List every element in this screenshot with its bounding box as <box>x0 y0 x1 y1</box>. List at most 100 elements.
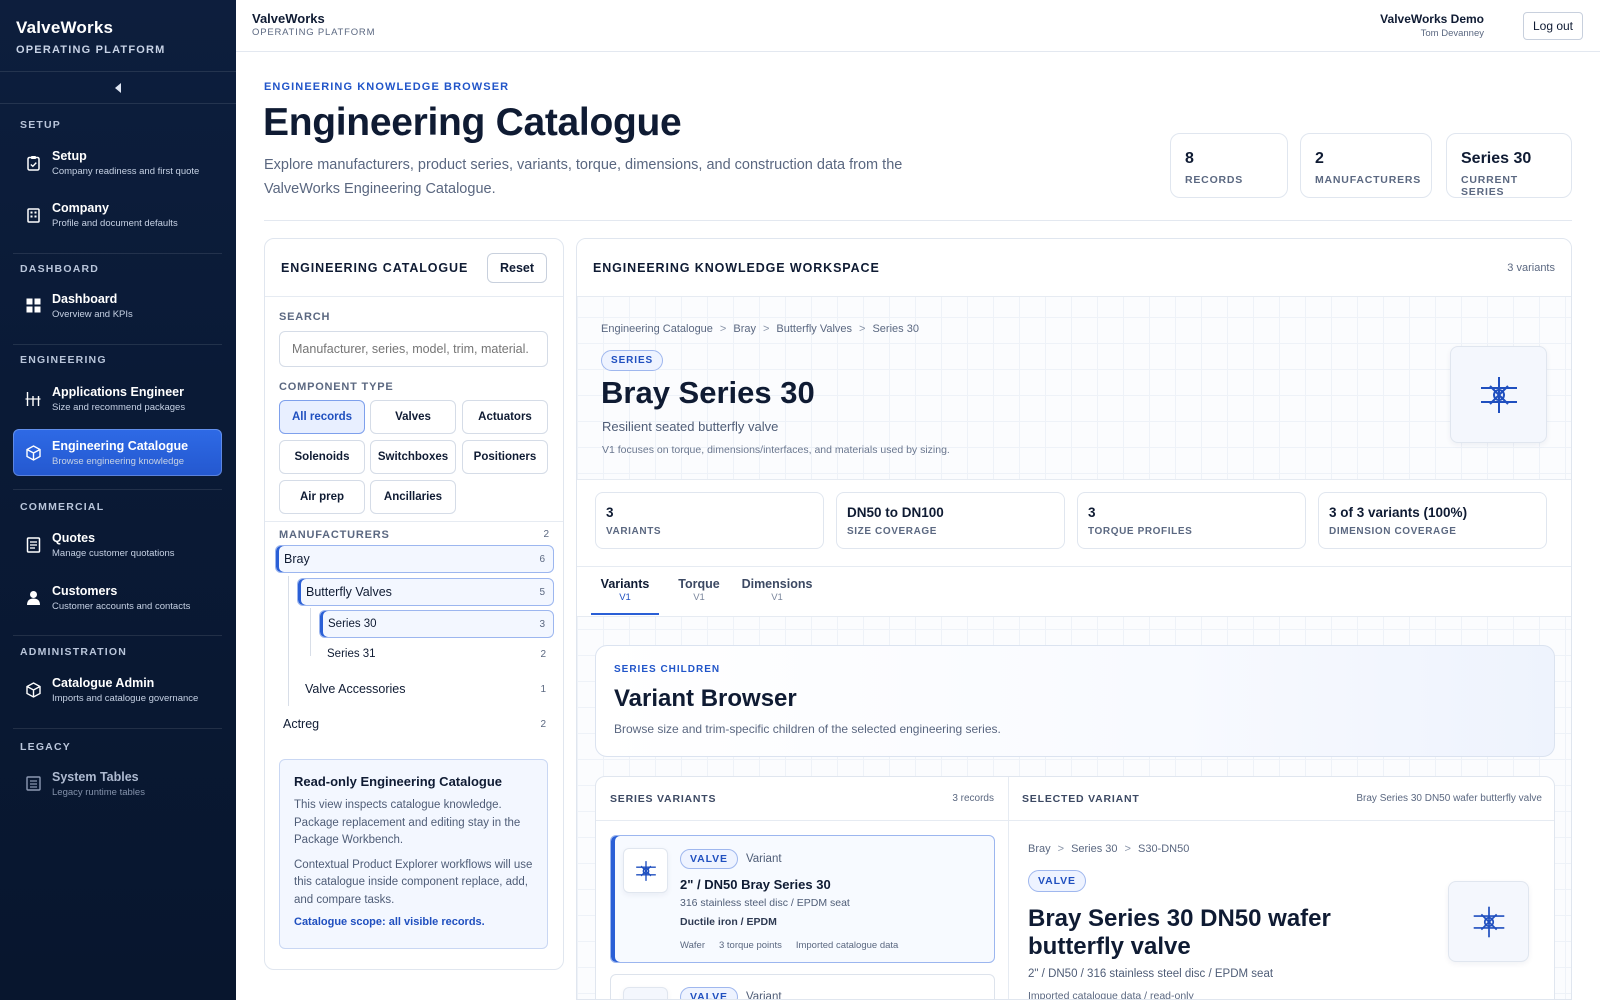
sidebar-item-system-tables[interactable]: System Tables Legacy runtime tables <box>13 760 222 807</box>
knowledge-workspace: ENGINEERING KNOWLEDGE WORKSPACE 3 varian… <box>576 238 1572 1000</box>
tab-label: Dimensions <box>741 577 813 591</box>
variant-meta-item: 3 torque points <box>718 940 782 951</box>
tree-item-bray[interactable]: Bray 6 <box>275 545 554 573</box>
series-variants-count: 3 records <box>952 793 994 804</box>
tab-version: V1 <box>693 592 705 603</box>
metric-dimension-coverage: 3 of 3 variants (100%) DIMENSION COVERAG… <box>1318 492 1547 549</box>
series-badge: SERIES <box>601 350 664 371</box>
filter-chip-switchboxes[interactable]: Switchboxes <box>370 440 456 474</box>
tree-item-label: Series 30 <box>328 618 377 630</box>
tree-guide <box>288 576 289 706</box>
butterfly-valve-icon <box>623 987 668 999</box>
sidebar-item-label: Applications Engineer <box>52 384 184 399</box>
metric-label: TORQUE PROFILES <box>1088 526 1193 537</box>
variant-card[interactable]: VALVE Variant 2" / DN50 Bray Series 30 3… <box>610 835 995 963</box>
sidebar-item-sub: Company readiness and first quote <box>52 165 200 177</box>
section-legacy: LEGACY <box>20 741 71 753</box>
filter-chip-air-prep[interactable]: Air prep <box>279 480 365 514</box>
sidebar-item-dashboard[interactable]: Dashboard Overview and KPIs <box>13 282 222 329</box>
tree-item-valve-accessories[interactable]: Valve Accessories 1 <box>297 675 554 703</box>
tab-variants[interactable]: Variants V1 <box>591 577 659 603</box>
tree-item-count: 5 <box>539 586 545 598</box>
breadcrumb-separator: > <box>859 323 866 335</box>
tab-version: V1 <box>619 592 631 603</box>
cube-icon <box>25 681 41 698</box>
variant-title: 2" / DN50 Bray Series 30 <box>680 877 831 892</box>
breadcrumb-item[interactable]: Bray <box>1028 843 1051 855</box>
section-setup: SETUP <box>20 119 62 131</box>
tree-item-label: Actreg <box>283 717 320 731</box>
sidebar-item-label: System Tables <box>52 769 139 784</box>
series-metrics: 3 VARIANTS DN50 to DN100 SIZE COVERAGE 3… <box>577 479 1571 567</box>
sidebar-item-label: Setup <box>52 148 87 163</box>
sidebar-brand-name: ValveWorks <box>16 18 114 37</box>
tree-guide <box>310 608 311 656</box>
tab-label: Variants <box>600 577 650 591</box>
sidebar-collapse-button[interactable] <box>0 72 236 104</box>
sidebar-item-applications-engineer[interactable]: Applications Engineer Size and recommend … <box>13 375 222 422</box>
variant-type-tag: VALVE <box>680 849 738 869</box>
tree-item-count: 6 <box>539 553 545 565</box>
selected-variant-title: SELECTED VARIANT <box>1022 792 1140 805</box>
stat-value: 8 <box>1185 150 1194 167</box>
breadcrumb-item[interactable]: Series 30 <box>1071 843 1117 855</box>
workspace-variant-count: 3 variants <box>1507 261 1555 274</box>
metric-label: DIMENSION COVERAGE <box>1329 526 1457 537</box>
tree-item-butterfly-valves[interactable]: Butterfly Valves 5 <box>297 578 554 606</box>
sidebar-item-catalogue-admin[interactable]: Catalogue Admin Imports and catalogue gov… <box>13 666 222 713</box>
search-input[interactable] <box>279 331 548 367</box>
butterfly-valve-icon <box>1450 346 1547 443</box>
filter-chip-ancillaries[interactable]: Ancillaries <box>370 480 456 514</box>
section-dashboard: DASHBOARD <box>20 263 100 275</box>
sidebar-item-customers[interactable]: Customers Customer accounts and contacts <box>13 574 222 621</box>
breadcrumb-separator: > <box>1057 843 1065 855</box>
catalogue-panel: ENGINEERING CATALOGUE Reset SEARCH COMPO… <box>264 238 564 970</box>
sidebar-item-company[interactable]: Company Profile and document defaults <box>13 191 222 238</box>
sidebar-divider <box>13 635 222 636</box>
variant-kind: Variant <box>745 991 782 1000</box>
filter-chip-all-records[interactable]: All records <box>279 400 365 434</box>
tree-item-count: 2 <box>540 648 546 660</box>
chevron-left-icon <box>115 82 121 93</box>
manufacturers-label: MANUFACTURERS <box>279 529 390 541</box>
variant-card-body: VALVE Variant 2" / DN50 Bray Series 30 3… <box>680 849 980 951</box>
breadcrumb-item[interactable]: Engineering Catalogue <box>601 323 713 335</box>
section-administration: ADMINISTRATION <box>20 646 128 658</box>
breadcrumb-item[interactable]: Bray <box>733 323 756 335</box>
selected-variant-spec: 2" / DN50 / 316 stainless steel disc / E… <box>1028 968 1274 980</box>
reset-button[interactable]: Reset <box>487 252 547 283</box>
filter-chip-solenoids[interactable]: Solenoids <box>279 440 365 474</box>
sidebar-item-label: Engineering Catalogue <box>52 438 189 453</box>
sidebar: ValveWorks OPERATING PLATFORM SETUP Setu… <box>0 0 236 1000</box>
filter-chip-actuators[interactable]: Actuators <box>462 400 548 434</box>
breadcrumb-item[interactable]: Butterfly Valves <box>776 323 852 335</box>
cube-icon <box>25 444 41 461</box>
tab-dimensions[interactable]: Dimensions V1 <box>737 577 817 603</box>
sidebar-item-setup[interactable]: Setup Company readiness and first quote <box>13 139 222 186</box>
sidebar-item-sub: Profile and document defaults <box>52 217 178 229</box>
metric-label: SIZE COVERAGE <box>847 526 938 537</box>
series-variants-header: SERIES VARIANTS 3 records <box>596 777 1008 821</box>
variant-card-body: VALVE Variant <box>680 987 782 1000</box>
sidebar-divider <box>13 253 222 254</box>
sidebar-item-label: Customers <box>52 583 118 598</box>
stat-value: Series 30 <box>1461 150 1532 167</box>
metric-size-coverage: DN50 to DN100 SIZE COVERAGE <box>836 492 1065 549</box>
breadcrumb-item: S30-DN50 <box>1137 843 1190 855</box>
tree-item-actreg[interactable]: Actreg 2 <box>275 710 554 738</box>
filter-chip-positioners[interactable]: Positioners <box>462 440 548 474</box>
butterfly-valve-icon <box>623 848 668 893</box>
stat-records: 8 RECORDS <box>1170 133 1288 198</box>
logout-button[interactable]: Log out <box>1523 12 1583 40</box>
sidebar-item-engineering-catalogue[interactable]: Engineering Catalogue Browse engineering … <box>13 429 222 476</box>
filter-chip-valves[interactable]: Valves <box>370 400 456 434</box>
tree-item-series-31[interactable]: Series 31 2 <box>319 640 554 668</box>
tree-item-series-30[interactable]: Series 30 3 <box>319 610 554 638</box>
top-bar: ValveWorks OPERATING PLATFORM ValveWorks… <box>236 0 1600 52</box>
variant-card[interactable]: VALVE Variant <box>610 974 995 1000</box>
series-note: V1 focuses on torque, dimensions/interfa… <box>602 444 950 456</box>
tab-torque[interactable]: Torque V1 <box>669 577 729 603</box>
sidebar-item-quotes[interactable]: Quotes Manage customer quotations <box>13 521 222 568</box>
workspace-header: ENGINEERING KNOWLEDGE WORKSPACE 3 varian… <box>577 239 1571 297</box>
metric-value: 3 <box>606 505 614 520</box>
